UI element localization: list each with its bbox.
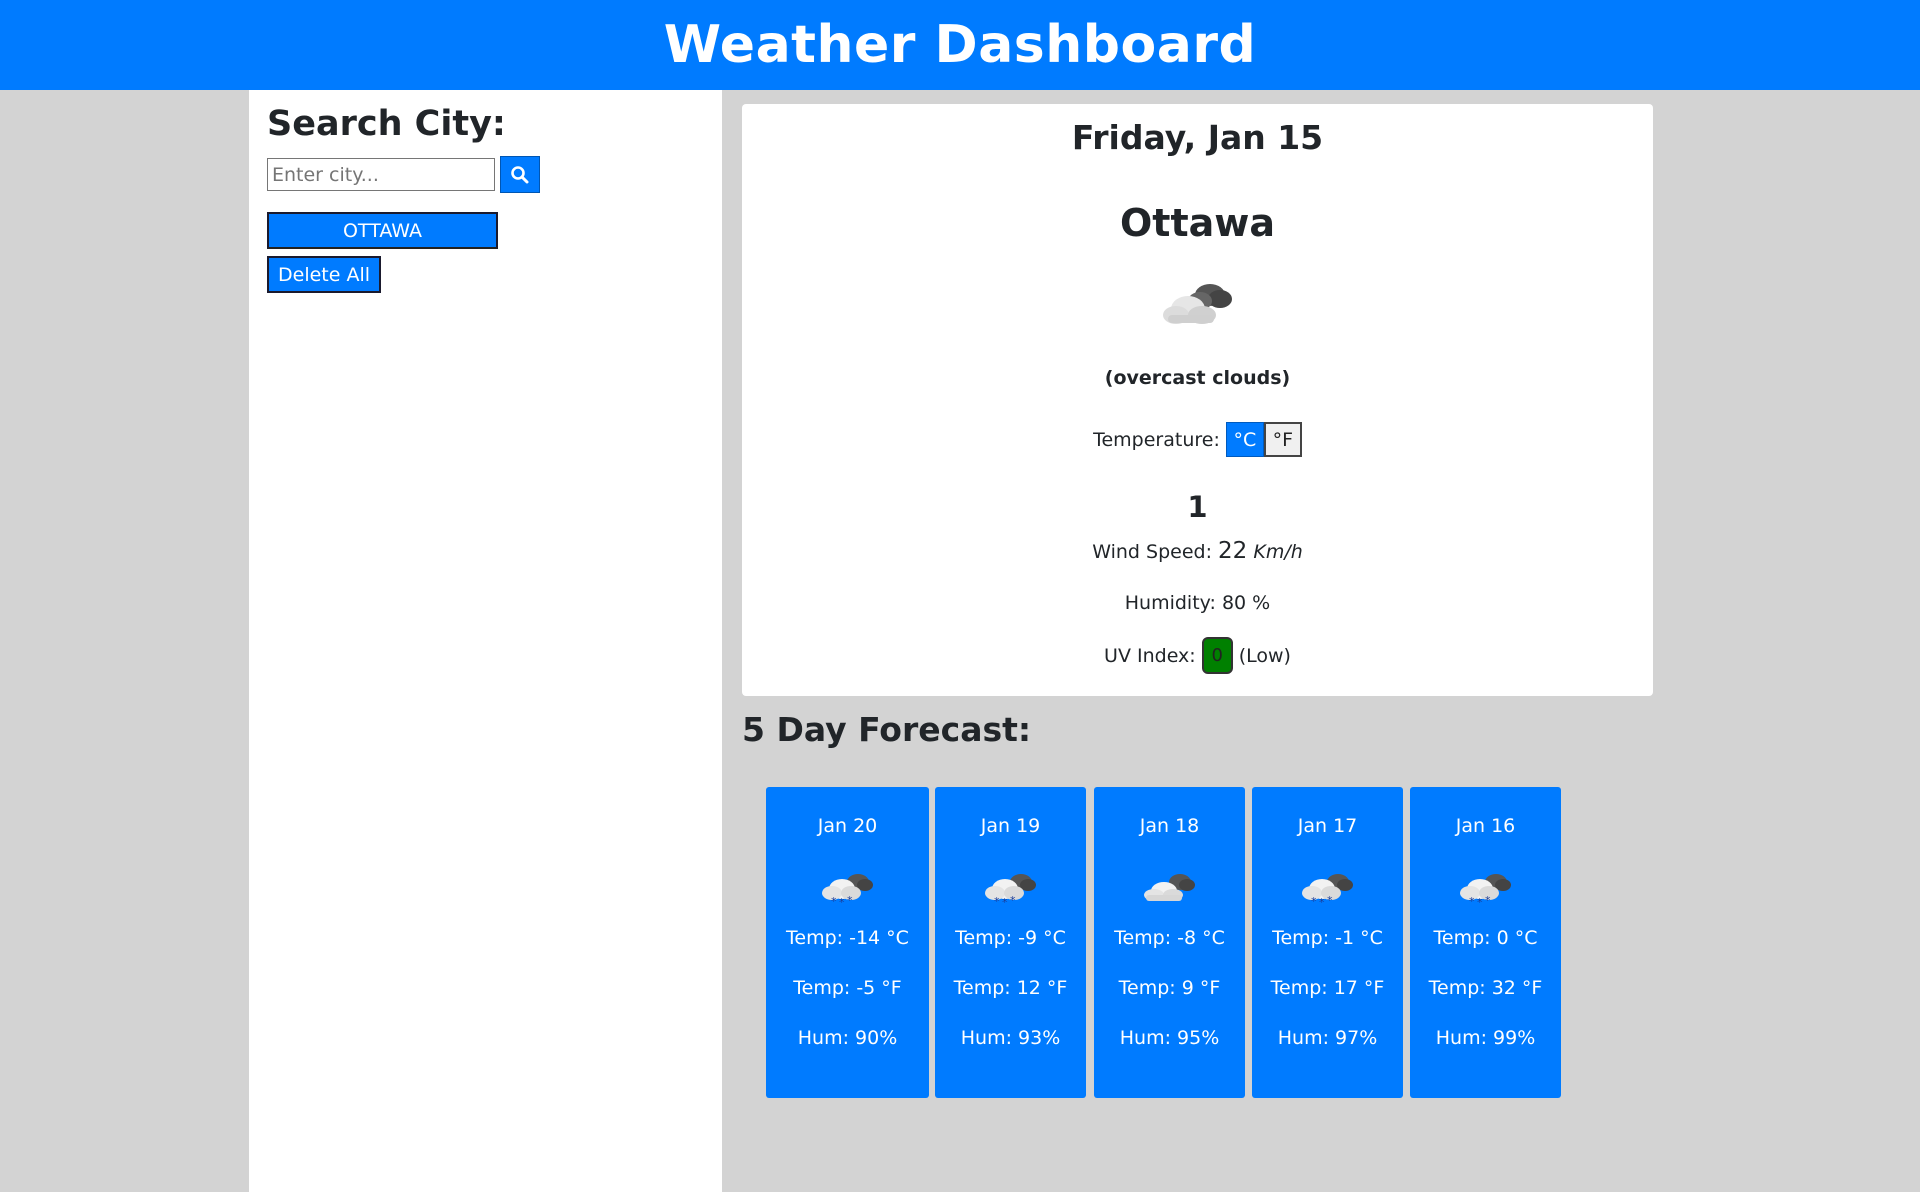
svg-text:*: * [839, 896, 845, 907]
search-title: Search City: [267, 104, 506, 144]
forecast-date: Jan 16 [1455, 815, 1516, 837]
forecast-temp-f: Temp: 32 °F [1428, 977, 1543, 999]
forecast-date: Jan 18 [1139, 815, 1200, 837]
wind-speed-row: Wind Speed: 22 Km/h [742, 538, 1653, 564]
forecast-humidity: Hum: 99% [1435, 1027, 1536, 1049]
forecast-temp-c: Temp: -8 °C [1114, 927, 1225, 949]
uv-label: UV Index: [1104, 644, 1196, 667]
current-city: Ottawa [1119, 201, 1276, 245]
temperature-row: Temperature: °C °F [742, 422, 1653, 457]
forecast-card: Jan 17 * * * Temp: -1 °C Temp: 17 °F Hum: 97% [1252, 787, 1403, 1098]
humidity-row: Humidity: 80 % [1124, 592, 1271, 614]
page-title: Weather Dashboard [663, 15, 1257, 75]
forecast-date: Jan 17 [1297, 815, 1358, 837]
forecast-card: Jan 19 * * * Temp: -9 °C Temp: 12 °F Hum: 93% [935, 787, 1086, 1098]
celsius-toggle-button[interactable]: °C [1225, 422, 1264, 457]
forecast-title: 5 Day Forecast: [742, 710, 1032, 749]
wind-label: Wind Speed: [1092, 541, 1212, 563]
svg-text:*: * [1477, 896, 1483, 907]
forecast-humidity: Hum: 95% [1119, 1027, 1220, 1049]
uv-level: (Low) [1238, 644, 1291, 667]
forecast-card: Jan 18 Temp: -8 °C Temp: 9 °F Hum: 95% [1094, 787, 1245, 1098]
forecast-icon-wrap [1094, 867, 1245, 911]
search-button[interactable] [500, 156, 540, 193]
search-input[interactable] [267, 158, 495, 191]
search-row [267, 156, 540, 193]
forecast-icon-wrap: * * * [935, 867, 1086, 911]
forecast-temp-c: Temp: 0 °C [1433, 927, 1538, 949]
fahrenheit-toggle-button[interactable]: °F [1263, 422, 1302, 457]
forecast-temp-f: Temp: -5 °F [793, 977, 902, 999]
search-icon [511, 165, 529, 183]
current-weather-card: Friday, Jan 15 Ottawa (overcast clouds) … [742, 104, 1653, 696]
svg-text:*: * [1010, 894, 1016, 907]
page-header: Weather Dashboard [0, 0, 1920, 90]
overcast-clouds-icon [1143, 874, 1195, 901]
svg-text:*: * [831, 895, 837, 907]
uv-index-row: UV Index: 0 (Low) [742, 637, 1653, 674]
forecast-humidity: Hum: 93% [960, 1027, 1061, 1049]
svg-text:*: * [1327, 894, 1333, 907]
forecast-card: Jan 20 * * * Temp: -14 °C Temp: -5 °F Hum: 90% [766, 787, 929, 1098]
forecast-temp-c: Temp: -9 °C [955, 927, 1066, 949]
svg-text:*: * [847, 894, 853, 907]
forecast-card: Jan 16 * * * Temp: 0 °C Temp: 32 °F Hum: 99% [1410, 787, 1561, 1098]
snow-clouds-icon: * * * [1301, 874, 1353, 907]
forecast-icon-wrap: * * * [1252, 867, 1403, 911]
weather-description: (overcast clouds) [1104, 367, 1291, 389]
temperature-value: 1 [1187, 490, 1208, 524]
snow-clouds-icon: * * * [984, 874, 1036, 907]
svg-text:*: * [1319, 896, 1325, 907]
svg-text:*: * [1469, 895, 1475, 907]
uv-index-badge: 0 [1201, 637, 1233, 674]
snow-clouds-icon: * * * [1459, 874, 1511, 907]
delete-all-button[interactable]: Delete All [267, 256, 382, 293]
temperature-label: Temperature: [1093, 428, 1220, 451]
current-date: Friday, Jan 15 [1071, 118, 1324, 157]
forecast-date: Jan 19 [980, 815, 1041, 837]
current-icon-wrap [742, 271, 1653, 331]
forecast-icon-wrap: * * * [1410, 867, 1561, 911]
search-sidebar: Search City: OTTAWA Delete All [249, 90, 722, 1192]
svg-text:*: * [1311, 895, 1317, 907]
forecast-temp-f: Temp: 9 °F [1118, 977, 1221, 999]
overcast-clouds-icon [1162, 284, 1232, 324]
forecast-date: Jan 20 [817, 815, 878, 837]
svg-text:*: * [1002, 896, 1008, 907]
forecast-humidity: Hum: 97% [1277, 1027, 1378, 1049]
forecast-icon-wrap: * * * [766, 867, 929, 911]
forecast-humidity: Hum: 90% [797, 1027, 898, 1049]
saved-city-button[interactable]: OTTAWA [267, 212, 498, 249]
svg-text:*: * [1485, 894, 1491, 907]
forecast-temp-c: Temp: -1 °C [1272, 927, 1383, 949]
forecast-temp-f: Temp: 12 °F [953, 977, 1068, 999]
wind-unit: Km/h [1253, 541, 1303, 563]
svg-text:*: * [994, 895, 1000, 907]
forecast-temp-c: Temp: -14 °C [786, 927, 909, 949]
snow-clouds-icon: * * * [821, 874, 873, 907]
wind-value: 22 [1218, 538, 1248, 564]
forecast-temp-f: Temp: 17 °F [1270, 977, 1385, 999]
